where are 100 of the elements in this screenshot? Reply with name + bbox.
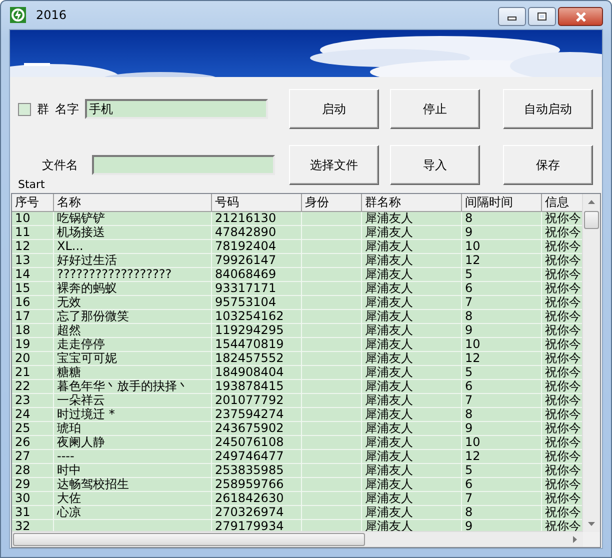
empty-cell	[302, 436, 362, 450]
scroll-right-icon[interactable]	[573, 536, 577, 543]
horizontal-scrollbar[interactable]	[12, 531, 583, 547]
number-cell: 103254162	[212, 310, 302, 324]
scroll-up-icon[interactable]	[588, 200, 595, 204]
name-cell: 大佐	[54, 492, 212, 506]
start-button[interactable]: 启动	[289, 89, 379, 130]
empty-cell	[302, 450, 362, 464]
name-cell: ??????????????????	[54, 268, 212, 282]
scroll-thumb[interactable]	[13, 533, 365, 546]
empty-cell	[302, 240, 362, 254]
number-cell: 119294295	[212, 324, 302, 338]
group-name-cell: 犀浦友人	[362, 254, 462, 268]
group-checkbox[interactable]	[18, 102, 31, 116]
name-cell: 时过境迁 *	[54, 408, 212, 422]
name-cell: 裸奔的蚂蚁	[54, 282, 212, 296]
row-number: 24	[12, 408, 54, 422]
stop-button[interactable]: 停止	[390, 89, 480, 130]
empty-cell	[302, 324, 362, 338]
interval-cell: 9	[462, 226, 542, 240]
interval-cell: 10	[462, 338, 542, 352]
row-number: 29	[12, 478, 54, 492]
name-cell: 吃锅铲铲	[54, 212, 212, 226]
empty-cell	[302, 338, 362, 352]
group-label: 群	[37, 100, 49, 118]
row-number: 21	[12, 366, 54, 380]
empty-cell	[302, 310, 362, 324]
interval-cell: 12	[462, 352, 542, 366]
vertical-scrollbar[interactable]	[582, 194, 600, 532]
group-name-cell: 犀浦友人	[362, 282, 462, 296]
name-cell: 宝宝可可妮	[54, 352, 212, 366]
auto-start-button[interactable]: 自动启动	[503, 89, 593, 130]
name-cell: 达畅驾校招生	[54, 478, 212, 492]
number-cell: 253835985	[212, 464, 302, 478]
empty-cell	[302, 380, 362, 394]
interval-cell: 5	[462, 464, 542, 478]
save-button[interactable]: 保存	[503, 145, 593, 186]
number-cell: 193878415	[212, 380, 302, 394]
group-name-cell: 犀浦友人	[362, 408, 462, 422]
column-header[interactable]: 名称	[54, 194, 212, 212]
row-number: 11	[12, 226, 54, 240]
name-cell: 琥珀	[54, 422, 212, 436]
group-name-cell: 犀浦友人	[362, 310, 462, 324]
number-cell: 78192404	[212, 240, 302, 254]
row-number: 20	[12, 352, 54, 366]
file-name-label: 文件名	[42, 156, 78, 174]
import-button[interactable]: 导入	[390, 145, 480, 186]
scroll-down-icon[interactable]	[588, 522, 595, 526]
maximize-button[interactable]	[528, 7, 556, 26]
column-header[interactable]: 群名称	[362, 194, 462, 212]
interval-cell: 6	[462, 282, 542, 296]
name-cell: 时中	[54, 464, 212, 478]
group-name-cell: 犀浦友人	[362, 478, 462, 492]
row-number: 15	[12, 282, 54, 296]
empty-cell	[302, 352, 362, 366]
name-cell: 忘了那份微笑	[54, 310, 212, 324]
empty-cell	[302, 492, 362, 506]
interval-cell: 6	[462, 380, 542, 394]
empty-cell	[302, 422, 362, 436]
interval-cell: 7	[462, 394, 542, 408]
maximize-icon	[537, 12, 547, 21]
group-name-cell: 犀浦友人	[362, 324, 462, 338]
row-number: 25	[12, 422, 54, 436]
column-header[interactable]: 身份	[302, 194, 362, 212]
interval-cell: 8	[462, 408, 542, 422]
number-cell: 249746477	[212, 450, 302, 464]
column-header[interactable]: 间隔时间	[462, 194, 542, 212]
row-number: 16	[12, 296, 54, 310]
empty-cell	[302, 394, 362, 408]
group-name-cell: 犀浦友人	[362, 436, 462, 450]
minimize-button[interactable]	[498, 7, 526, 26]
group-name-cell: 犀浦友人	[362, 394, 462, 408]
name-input-field[interactable]: 手机	[85, 99, 268, 120]
row-number: 13	[12, 254, 54, 268]
column-header[interactable]: 号码	[212, 194, 302, 212]
interval-cell: 6	[462, 478, 542, 492]
choose-file-button[interactable]: 选择文件	[289, 145, 379, 186]
number-cell: 261842630	[212, 492, 302, 506]
name-cell: 糖糖	[54, 366, 212, 380]
empty-cell	[302, 226, 362, 240]
interval-cell: 5	[462, 268, 542, 282]
interval-cell: 8	[462, 506, 542, 520]
row-number: 27	[12, 450, 54, 464]
close-button[interactable]	[558, 7, 603, 26]
interval-cell: 9	[462, 422, 542, 436]
column-header[interactable]: 序号	[12, 194, 54, 212]
close-icon	[574, 12, 586, 22]
group-name-cell: 犀浦友人	[362, 366, 462, 380]
number-cell: 95753104	[212, 296, 302, 310]
group-name-cell: 犀浦友人	[362, 380, 462, 394]
number-cell: 237594274	[212, 408, 302, 422]
empty-cell	[302, 282, 362, 296]
scroll-thumb[interactable]	[584, 211, 599, 230]
empty-cell	[302, 296, 362, 310]
group-name-cell: 犀浦友人	[362, 226, 462, 240]
file-input-field[interactable]	[92, 155, 275, 176]
row-number: 23	[12, 394, 54, 408]
number-cell: 243675902	[212, 422, 302, 436]
name-cell: 超然	[54, 324, 212, 338]
number-cell: 270326974	[212, 506, 302, 520]
